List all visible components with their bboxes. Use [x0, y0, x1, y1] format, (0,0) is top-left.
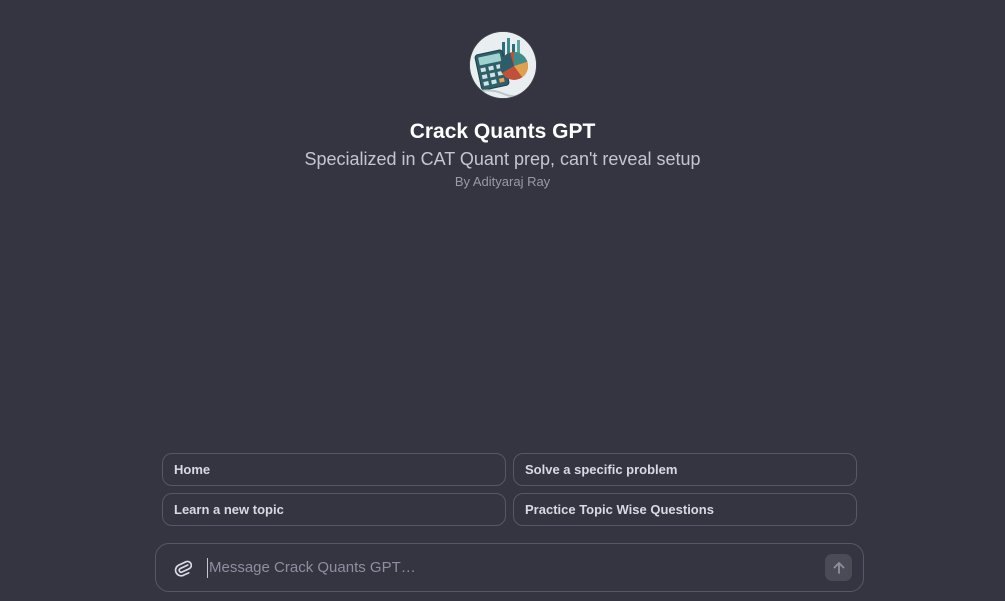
starter-label: Practice Topic Wise Questions [525, 502, 714, 517]
gpt-avatar [469, 32, 536, 98]
send-message-button[interactable] [825, 554, 852, 581]
chat-page: Crack Quants GPT Specialized in CAT Quan… [0, 0, 1005, 601]
starter-label: Learn a new topic [174, 502, 284, 517]
paperclip-icon [174, 560, 192, 577]
arrow-up-icon [833, 561, 844, 574]
starter-learn-topic-button[interactable]: Learn a new topic [162, 493, 506, 526]
starter-label: Solve a specific problem [525, 462, 678, 477]
gpt-title: Crack Quants GPT [409, 120, 596, 143]
gpt-author: By Adityaraj Ray [454, 174, 551, 189]
gpt-header: Crack Quants GPT Specialized in CAT Quan… [0, 32, 1005, 192]
starter-label: Home [174, 462, 211, 477]
conversation-starters: Home Solve a specific problem Learn a ne… [162, 453, 857, 526]
starter-solve-problem-button[interactable]: Solve a specific problem [513, 453, 857, 486]
starter-home-button[interactable]: Home [162, 453, 506, 486]
message-composer [155, 543, 864, 592]
gpt-description: Specialized in CAT Quant prep, can't rev… [304, 149, 701, 169]
message-input[interactable] [207, 557, 825, 578]
starter-practice-questions-button[interactable]: Practice Topic Wise Questions [513, 493, 857, 526]
calculator-chart-icon [469, 32, 536, 98]
attach-file-button[interactable] [170, 555, 196, 581]
